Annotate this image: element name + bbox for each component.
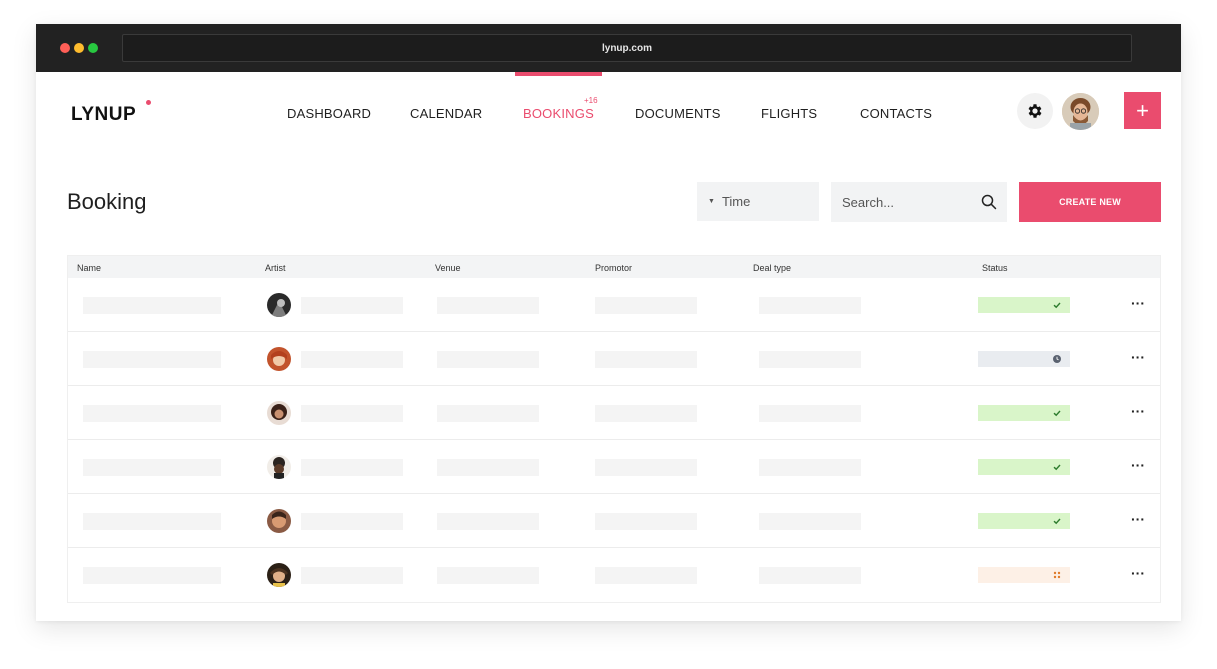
column-header-name[interactable]: Name [77, 263, 101, 273]
status-badge [978, 405, 1070, 421]
promotor-placeholder [595, 405, 697, 422]
table-row[interactable]: ··· [68, 440, 1160, 494]
column-header-status[interactable]: Status [982, 263, 1008, 273]
dots-icon [1053, 571, 1061, 579]
venue-placeholder [437, 567, 539, 584]
deal-type-placeholder [759, 513, 861, 530]
name-placeholder [83, 567, 221, 584]
artist-avatar [267, 509, 291, 533]
status-badge [978, 567, 1070, 583]
table-row[interactable]: ··· [68, 548, 1160, 602]
time-filter-label: Time [721, 194, 751, 209]
status-badge [978, 351, 1070, 367]
column-header-promotor[interactable]: Promotor [595, 263, 632, 273]
table-header: Name Artist Venue Promotor Deal type Sta… [68, 256, 1160, 278]
nav-contacts[interactable]: CONTACTS [860, 106, 932, 121]
artist-avatar [267, 401, 291, 425]
venue-placeholder [437, 351, 539, 368]
venue-placeholder [437, 297, 539, 314]
check-icon [1053, 302, 1061, 309]
nav-calendar[interactable]: CALENDAR [410, 106, 482, 121]
time-filter-dropdown[interactable]: ▼ Time [697, 182, 819, 221]
search-icon[interactable] [981, 194, 997, 210]
deal-type-placeholder [759, 567, 861, 584]
create-new-button[interactable]: CREATE NEW [1019, 182, 1161, 222]
address-bar[interactable]: lynup.com [122, 34, 1132, 62]
maximize-window-button[interactable] [88, 43, 98, 53]
promotor-placeholder [595, 351, 697, 368]
name-placeholder [83, 297, 221, 314]
more-options-icon[interactable]: ··· [1131, 349, 1145, 365]
deal-type-placeholder [759, 297, 861, 314]
nav-bookings[interactable]: BOOKINGS [523, 106, 594, 121]
check-icon [1053, 518, 1061, 525]
name-placeholder [83, 459, 221, 476]
promotor-placeholder [595, 459, 697, 476]
more-options-icon[interactable]: ··· [1131, 403, 1145, 419]
bookings-count-badge: +16 [584, 96, 598, 105]
check-icon [1053, 410, 1061, 417]
artist-placeholder [301, 513, 403, 530]
add-button[interactable]: + [1124, 92, 1161, 129]
minimize-window-button[interactable] [74, 43, 84, 53]
search-box [831, 182, 1007, 222]
logo[interactable]: LYNUP [71, 104, 136, 126]
nav-flights[interactable]: FLIGHTS [761, 106, 817, 121]
promotor-placeholder [595, 513, 697, 530]
status-badge [978, 459, 1070, 475]
artist-avatar [267, 563, 291, 587]
venue-placeholder [437, 405, 539, 422]
status-badge [978, 513, 1070, 529]
caret-down-icon: ▼ [708, 198, 715, 205]
table-row[interactable]: ··· [68, 332, 1160, 386]
artist-placeholder [301, 351, 403, 368]
artist-avatar [267, 293, 291, 317]
more-options-icon[interactable]: ··· [1131, 457, 1145, 473]
more-options-icon[interactable]: ··· [1131, 295, 1145, 311]
gear-icon [1028, 104, 1042, 118]
name-placeholder [83, 513, 221, 530]
browser-window: lynup.com LYNUP DASHBOARD CALENDAR BOOKI… [36, 24, 1181, 621]
table-row[interactable]: ··· [68, 386, 1160, 440]
status-badge [978, 297, 1070, 313]
deal-type-placeholder [759, 405, 861, 422]
promotor-placeholder [595, 567, 697, 584]
more-options-icon[interactable]: ··· [1131, 565, 1145, 581]
promotor-placeholder [595, 297, 697, 314]
table-row[interactable]: ··· [68, 278, 1160, 332]
nav-documents[interactable]: DOCUMENTS [635, 106, 721, 121]
page-title: Booking [67, 189, 147, 214]
active-nav-indicator [515, 72, 602, 76]
name-placeholder [83, 405, 221, 422]
artist-placeholder [301, 459, 403, 476]
table-row[interactable]: ··· [68, 494, 1160, 548]
bookings-table: Name Artist Venue Promotor Deal type Sta… [67, 255, 1161, 603]
browser-titlebar: lynup.com [36, 24, 1181, 72]
user-avatar-image [1062, 93, 1099, 130]
search-input[interactable] [831, 182, 971, 222]
nav-dashboard[interactable]: DASHBOARD [287, 106, 371, 121]
deal-type-placeholder [759, 459, 861, 476]
artist-placeholder [301, 567, 403, 584]
artist-avatar [267, 455, 291, 479]
url-text: lynup.com [601, 42, 652, 54]
more-options-icon[interactable]: ··· [1131, 511, 1145, 527]
venue-placeholder [437, 513, 539, 530]
deal-type-placeholder [759, 351, 861, 368]
artist-avatar [267, 347, 291, 371]
artist-placeholder [301, 297, 403, 314]
settings-button[interactable] [1017, 93, 1053, 129]
check-icon [1053, 464, 1061, 471]
column-header-artist[interactable]: Artist [265, 263, 286, 273]
column-header-deal-type[interactable]: Deal type [753, 263, 791, 273]
column-header-venue[interactable]: Venue [435, 263, 461, 273]
close-window-button[interactable] [60, 43, 70, 53]
user-avatar[interactable] [1062, 93, 1099, 130]
clock-icon [1053, 355, 1061, 363]
artist-placeholder [301, 405, 403, 422]
logo-dot [146, 100, 151, 105]
venue-placeholder [437, 459, 539, 476]
name-placeholder [83, 351, 221, 368]
